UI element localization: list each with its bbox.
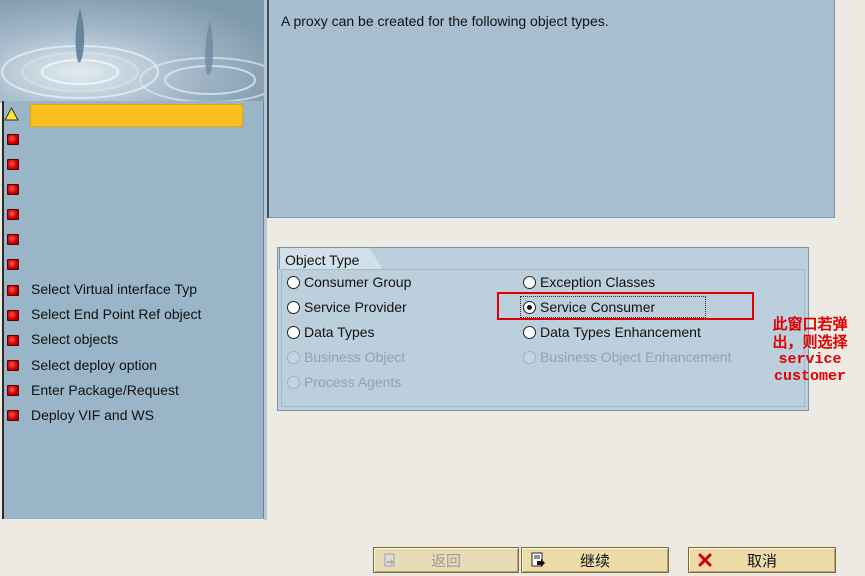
continue-button[interactable]: 继续 (521, 547, 669, 573)
error-status-icon (7, 309, 19, 321)
radio-label: Consumer Group (304, 274, 412, 290)
radio-process-agents: Process Agents (287, 372, 401, 392)
radio-data-types-enhancement[interactable]: Data Types Enhancement (523, 322, 701, 342)
step-item: Deploy VIF and WS (4, 406, 254, 426)
continue-icon (531, 552, 545, 567)
radio-business-object-enhancement: Business Object Enhancement (523, 347, 731, 367)
radio-indicator (523, 325, 536, 339)
warning-icon (4, 107, 19, 121)
radio-indicator (287, 325, 300, 339)
back-icon (384, 553, 395, 567)
step-item: Select deploy option (4, 356, 254, 376)
step-label: Select Virtual interface Typ (31, 281, 198, 298)
radio-label: Business Object Enhancement (540, 349, 732, 365)
step-item: Enter Package/Request (4, 381, 254, 401)
error-status-icon (7, 410, 19, 422)
error-status-icon (7, 234, 19, 246)
step-item (4, 179, 254, 199)
radio-label: Data Types (304, 324, 375, 340)
header-water-image (0, 0, 265, 103)
annotation-line-2: 出，则选择 (772, 333, 848, 351)
radio-label: Business Object (304, 349, 406, 365)
error-status-icon (7, 133, 19, 145)
object-type-title: Object Type (279, 247, 383, 269)
step-item (4, 255, 254, 275)
info-panel: A proxy can be created for the following… (269, 0, 835, 218)
back-button[interactable]: 返回 (373, 547, 519, 573)
radio-indicator (287, 275, 300, 289)
radio-label: Process Agents (304, 374, 402, 390)
step-label: Enter Package/Request (31, 381, 179, 398)
info-text: A proxy can be created for the following… (281, 13, 609, 29)
annotation-text: 此窗口若弹 出，则选择 service customer (758, 315, 862, 385)
radio-indicator (523, 275, 536, 289)
step-item (4, 104, 254, 124)
error-status-icon (7, 360, 19, 371)
step-item: Select objects (4, 330, 254, 350)
step-label: Select objects (31, 331, 119, 348)
radio-label: Data Types Enhancement (540, 324, 701, 340)
error-status-icon (7, 334, 19, 346)
step-label: Select deploy option (31, 356, 158, 373)
continue-button-label: 继续 (579, 551, 610, 570)
error-status-icon (7, 209, 19, 221)
step-item (4, 230, 254, 250)
error-status-icon (7, 183, 19, 195)
radio-indicator (523, 350, 536, 364)
radio-indicator (287, 300, 300, 314)
step-label: Deploy VIF and WS (31, 406, 154, 423)
radio-data-types[interactable]: Data Types (287, 322, 375, 342)
step-item (4, 129, 254, 149)
step-item: Select Virtual interface Typ (4, 280, 254, 300)
radio-exception-classes[interactable]: Exception Classes (523, 272, 655, 292)
annotation-line-4: customer (773, 368, 846, 385)
radio-label: Exception Classes (540, 274, 656, 290)
annotation-highlight-box (497, 292, 754, 320)
annotation-line-3: service (778, 351, 842, 368)
error-status-icon (7, 284, 19, 296)
radio-label: Service Provider (304, 299, 407, 315)
annotation-line-1: 此窗口若弹 (772, 315, 848, 333)
error-status-icon (7, 259, 19, 271)
back-button-label: 返回 (430, 551, 461, 570)
radio-indicator (287, 350, 300, 364)
radio-consumer-group[interactable]: Consumer Group (287, 272, 411, 292)
radio-service-provider[interactable]: Service Provider (287, 297, 407, 317)
cancel-button-label: 取消 (746, 551, 777, 570)
step-item (4, 154, 254, 174)
close-icon (698, 553, 712, 567)
radio-indicator (287, 375, 300, 389)
step-item: Select End Point Ref object (4, 305, 254, 325)
step-label: Select End Point Ref object (31, 306, 202, 323)
cancel-button[interactable]: 取消 (688, 547, 836, 573)
radio-business-object: Business Object (287, 347, 405, 367)
step-item (4, 205, 254, 225)
error-status-icon (7, 385, 19, 397)
error-status-icon (7, 158, 19, 170)
